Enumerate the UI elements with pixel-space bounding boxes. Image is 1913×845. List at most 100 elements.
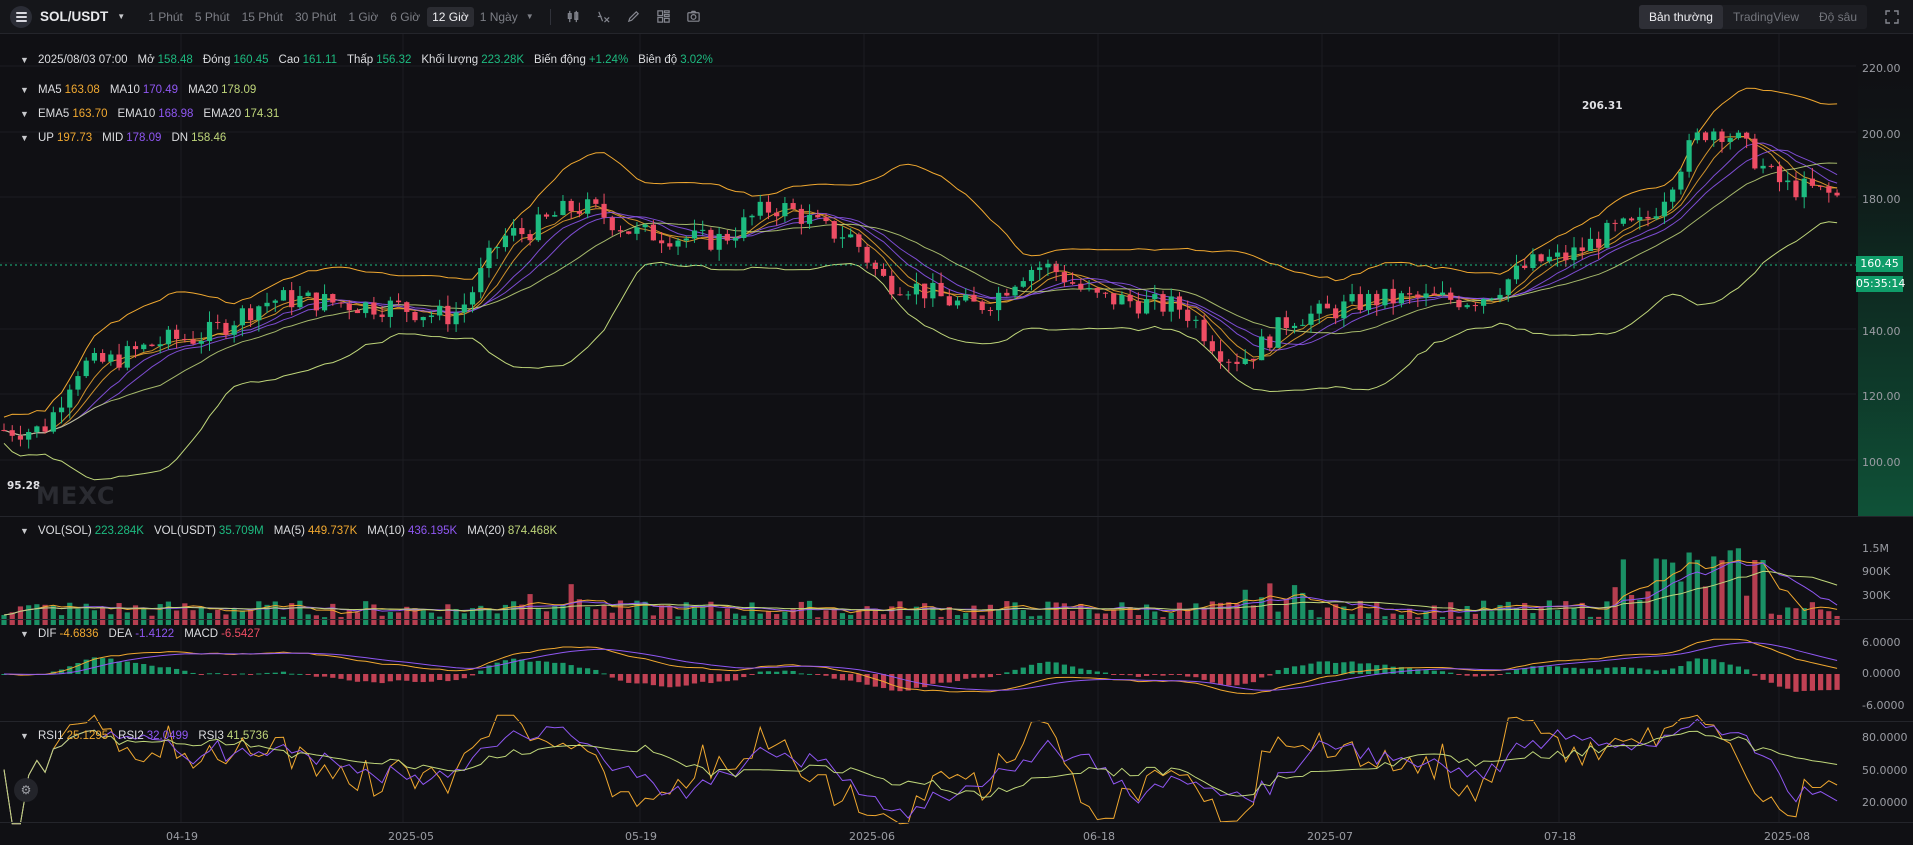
rsi3-line — [3, 729, 1838, 825]
candlestick-chart[interactable] — [0, 34, 1913, 845]
camera-icon[interactable] — [683, 6, 705, 28]
volume-bar — [724, 608, 730, 625]
candle-body — [437, 305, 443, 316]
candle-body — [585, 199, 591, 214]
volume-bar — [1, 615, 7, 625]
macd-bar — [1497, 674, 1503, 676]
volume-bar — [971, 605, 977, 625]
candle-body — [511, 228, 517, 236]
volume-bar — [996, 608, 1002, 625]
moving-averages — [3, 135, 1838, 436]
fullscreen-icon[interactable] — [1884, 9, 1900, 25]
vol-ma5-label: MA(5) — [273, 525, 305, 537]
volume-label: Khối lượng — [421, 54, 479, 66]
view-tradingview[interactable]: TradingView — [1723, 5, 1809, 29]
view-depth[interactable]: Độ sâu — [1809, 5, 1867, 29]
draw-icon[interactable] — [623, 6, 645, 28]
macd-bar — [330, 674, 336, 678]
collapse-icon[interactable]: ▼ — [20, 629, 30, 639]
collapse-icon[interactable]: ▼ — [20, 526, 30, 536]
timeframe-more-dropdown[interactable]: 1 Ngày ▼ — [476, 7, 538, 27]
chart-settings-icon[interactable]: ⚙ — [14, 778, 38, 802]
volume-bar — [1563, 601, 1569, 625]
boll-lower-line — [3, 221, 1838, 481]
volume-bar — [1571, 607, 1577, 625]
macd-bar — [321, 674, 328, 677]
volume-bar — [313, 615, 319, 625]
timeframe-1m[interactable]: 1 Phút — [143, 7, 188, 27]
volume-bar — [256, 601, 262, 625]
volume-bar — [1086, 609, 1092, 625]
candle-body — [560, 200, 566, 216]
macd-bar — [1448, 672, 1454, 674]
macd-bar — [1291, 666, 1298, 674]
candle-body — [9, 430, 15, 436]
candle-body — [1464, 305, 1470, 308]
volume-bar — [691, 605, 698, 625]
candle-body — [264, 302, 270, 307]
ema20-value: 174.31 — [244, 108, 280, 120]
macd-bar — [116, 661, 122, 674]
rsi3-label: RSI3 — [198, 730, 224, 742]
candle-body — [1670, 189, 1676, 202]
candle-body — [1760, 165, 1766, 169]
candle-body — [1546, 256, 1552, 262]
candle-body — [206, 321, 213, 342]
timeframe-5m[interactable]: 5 Phút — [190, 7, 235, 27]
volume-bar — [1250, 605, 1257, 625]
collapse-icon[interactable]: ▼ — [20, 85, 30, 95]
candle-body — [58, 407, 65, 413]
collapse-icon[interactable]: ▼ — [20, 55, 30, 65]
timeframe-12h[interactable]: 12 Giờ — [427, 6, 474, 27]
candle-body — [469, 292, 476, 305]
view-basic[interactable]: Bản thường — [1639, 5, 1723, 29]
candle-body — [683, 238, 689, 241]
macd-bar — [363, 674, 369, 682]
macd-bar — [231, 674, 237, 676]
collapse-icon[interactable]: ▼ — [20, 133, 30, 143]
macd-bar — [922, 674, 928, 688]
candle-body — [568, 200, 574, 212]
macd-bar — [1045, 661, 1051, 674]
volume-bar — [527, 594, 533, 625]
timeframe-15m[interactable]: 15 Phút — [237, 7, 288, 27]
candle-body — [1012, 286, 1018, 296]
volume-bar — [626, 609, 632, 625]
candle-body — [1390, 288, 1396, 304]
macd-bar — [379, 674, 385, 684]
candle-body — [1530, 254, 1536, 268]
macd-bar — [1209, 674, 1215, 683]
volume-bar — [26, 605, 32, 625]
timeframe-30m[interactable]: 30 Phút — [290, 7, 341, 27]
macd-bar — [445, 674, 451, 682]
candle-body — [1711, 131, 1717, 141]
candle-body — [1217, 351, 1224, 362]
candle-body — [305, 292, 311, 296]
volume-bar — [741, 615, 747, 625]
macd-bar — [971, 674, 977, 678]
layout-icon[interactable] — [653, 6, 675, 28]
ema5-line — [3, 135, 1838, 436]
volume-bars — [1, 548, 1840, 625]
volume-bar — [445, 604, 451, 625]
dif-line — [3, 638, 1838, 695]
indicator-icon[interactable] — [563, 6, 585, 28]
timeframe-1h[interactable]: 1 Giờ — [343, 7, 383, 27]
symbol-selector[interactable]: SOL/USDT ▼ — [10, 0, 125, 34]
macd-bar — [1431, 670, 1437, 674]
collapse-icon[interactable]: ▼ — [20, 731, 30, 741]
macd-bar — [593, 669, 599, 674]
rsi2-value: 32.0499 — [146, 730, 189, 742]
formula-icon[interactable] — [593, 6, 615, 28]
macd-bar — [913, 674, 920, 688]
volume-pane-divider — [0, 516, 1913, 517]
timeframe-6h[interactable]: 6 Giờ — [385, 7, 425, 27]
volume-legend: ▼ VOL(SOL) 223.284K VOL(USDT) 35.709M MA(5… — [20, 525, 567, 537]
collapse-icon[interactable]: ▼ — [20, 109, 30, 119]
candle-body — [905, 294, 911, 296]
boll-legend: ▼ UP 197.73 MID 178.09 DN 158.46 — [20, 132, 236, 144]
volume-bar — [1670, 562, 1676, 625]
macd-bar — [1727, 664, 1733, 674]
amplitude-value: 3.02% — [680, 54, 713, 66]
boll-up-label: UP — [38, 132, 54, 144]
